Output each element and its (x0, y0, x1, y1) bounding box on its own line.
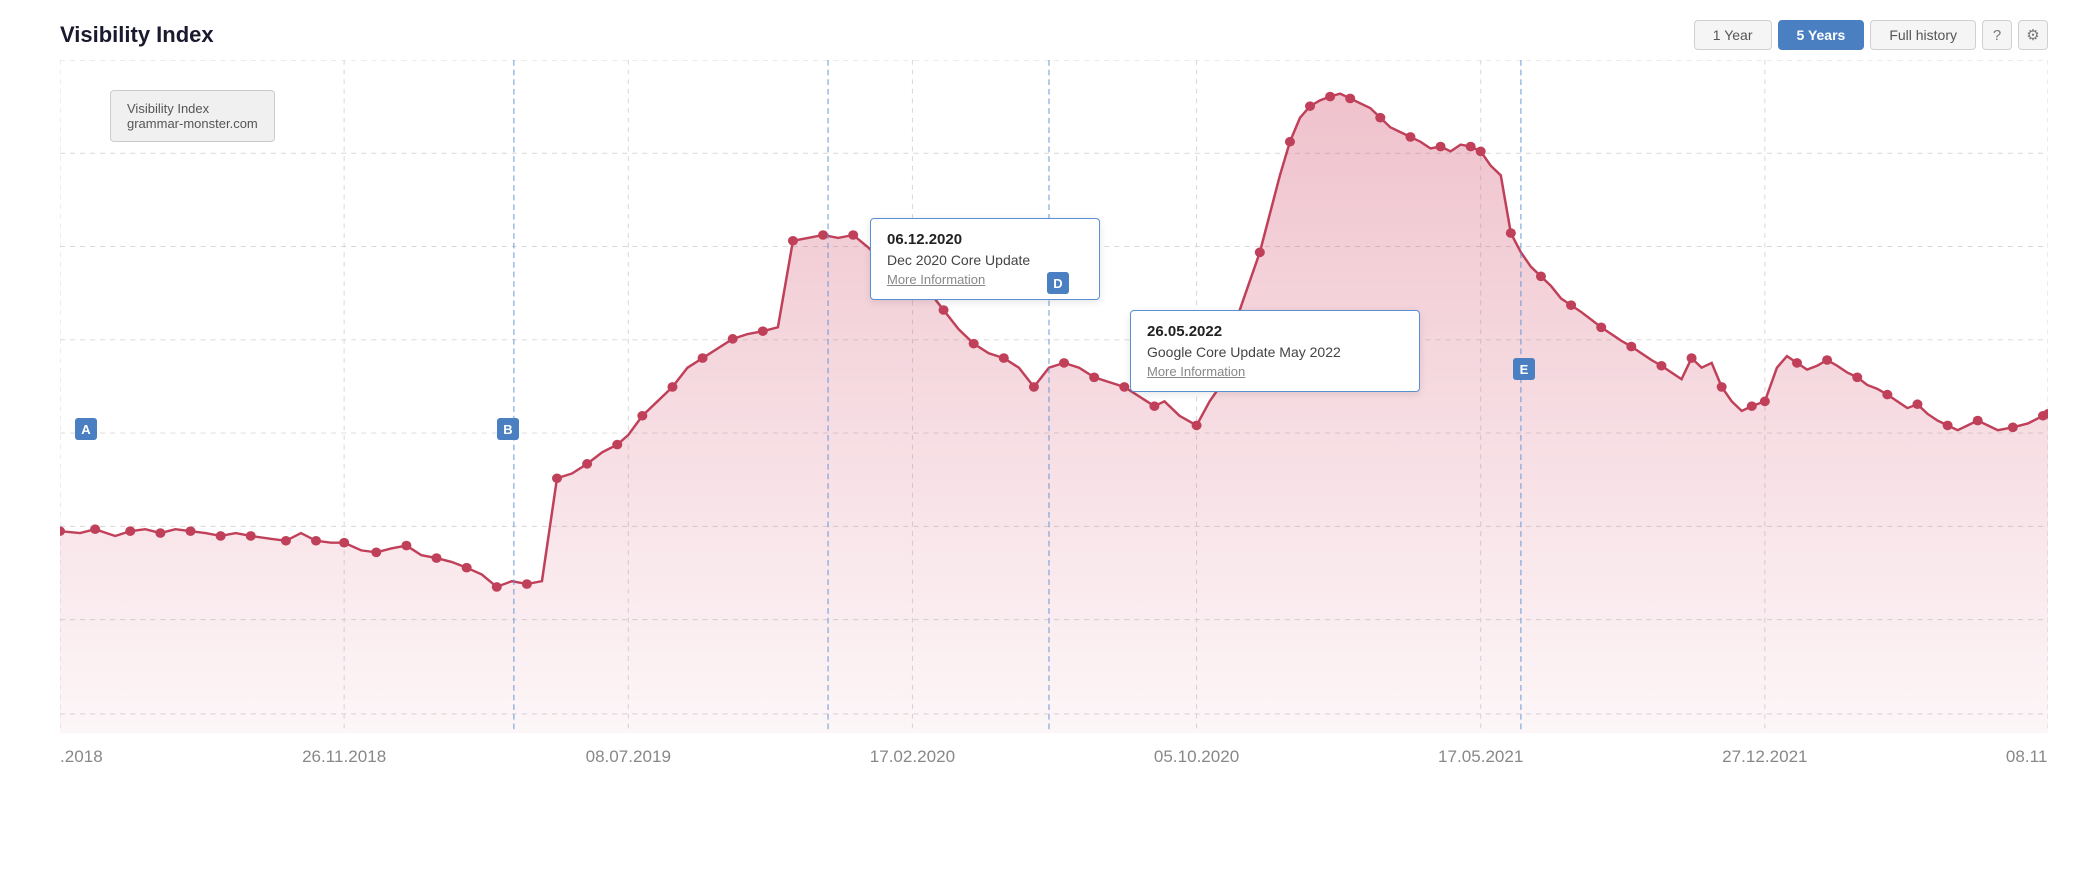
visibility-chart: 1 2 3 4 5 6 7 8 16.04.2018 26.11.2018 08… (60, 60, 2048, 810)
tooltip-may-2022-link[interactable]: More Information (1147, 364, 1403, 379)
legend-domain: grammar-monster.com (127, 116, 258, 131)
svg-text:17.02.2020: 17.02.2020 (870, 747, 955, 766)
tooltip-may-2022-date: 26.05.2022 (1147, 323, 1403, 340)
event-marker-d[interactable]: D (1047, 272, 1069, 294)
svg-text:08.07.2019: 08.07.2019 (586, 747, 671, 766)
header: Visibility Index 1 Year 5 Years Full his… (60, 20, 2048, 50)
svg-text:26.11.2018: 26.11.2018 (302, 747, 386, 766)
svg-text:16.04.2018: 16.04.2018 (60, 747, 103, 766)
event-marker-a[interactable]: A (75, 418, 97, 440)
help-button[interactable]: ? (1982, 20, 2012, 50)
svg-text:27.12.2021: 27.12.2021 (1722, 747, 1807, 766)
chart-legend: Visibility Index grammar-monster.com (110, 90, 275, 142)
event-marker-b[interactable]: B (497, 418, 519, 440)
svg-text:08.11.2022: 08.11.2022 (2006, 747, 2048, 766)
tooltip-dec-2020-event: Dec 2020 Core Update (887, 252, 1083, 268)
chart-container: Visibility Index 1 Year 5 Years Full his… (0, 0, 2078, 880)
one-year-button[interactable]: 1 Year (1694, 20, 1772, 50)
tooltip-dec-2020-date: 06.12.2020 (887, 231, 1083, 248)
chart-area: 1 2 3 4 5 6 7 8 16.04.2018 26.11.2018 08… (60, 60, 2048, 810)
header-controls: 1 Year 5 Years Full history ? ⚙ (1694, 20, 2048, 50)
chart-title: Visibility Index (60, 22, 214, 48)
tooltip-may-2022: 26.05.2022 Google Core Update May 2022 M… (1130, 310, 1420, 392)
settings-button[interactable]: ⚙ (2018, 20, 2048, 50)
tooltip-may-2022-event: Google Core Update May 2022 (1147, 344, 1403, 360)
event-marker-e[interactable]: E (1513, 358, 1535, 380)
full-history-button[interactable]: Full history (1870, 20, 1976, 50)
legend-title: Visibility Index (127, 101, 258, 116)
svg-text:17.05.2021: 17.05.2021 (1438, 747, 1523, 766)
svg-text:05.10.2020: 05.10.2020 (1154, 747, 1239, 766)
five-years-button[interactable]: 5 Years (1778, 20, 1865, 50)
